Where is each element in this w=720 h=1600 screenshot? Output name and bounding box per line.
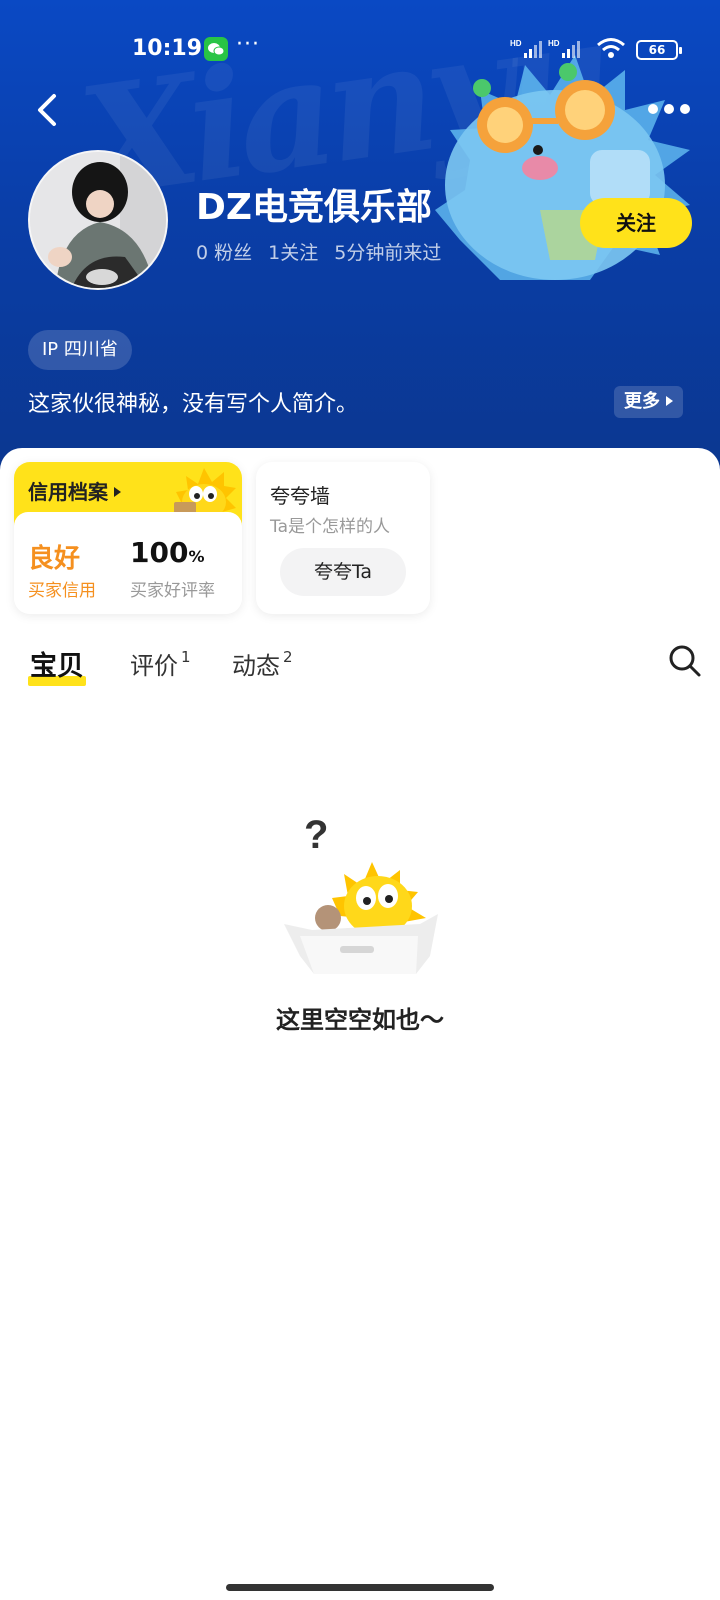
positive-rate-unit: % [188, 547, 205, 566]
signal-hd-label-2: HD [548, 39, 560, 48]
user-bio: 这家伙很神秘，没有写个人简介。 [28, 392, 359, 417]
ip-location-tag: IP 四川省 [28, 330, 132, 370]
buyer-credit-grade: 良好 [28, 544, 81, 574]
more-bio-button[interactable]: 更多 [614, 386, 683, 418]
signal-icon-2: HD [548, 39, 580, 58]
credit-card-title-wrap: 信用档案 [28, 476, 121, 505]
more-bio-label: 更多 [624, 391, 660, 412]
battery-icon: 66 [636, 40, 682, 60]
more-options-button[interactable] [646, 96, 692, 122]
avatar[interactable] [28, 150, 168, 290]
praise-wall-card[interactable]: 夸夸墙 Ta是个怎样的人 夸夸Ta [256, 462, 430, 614]
tab-items[interactable]: 宝贝 [30, 644, 84, 683]
following-count[interactable]: 1关注 [268, 238, 318, 265]
last-seen: 5分钟前来过 [334, 242, 442, 264]
tab-posts-label: 动态 [232, 652, 280, 680]
status-bar: 10:19 ··· HD HD 66 [0, 28, 720, 68]
empty-box-mascot-illustration: ? [284, 813, 438, 974]
user-stats: 0 粉丝 1关注 5分钟前来过 [196, 238, 441, 265]
notification-more-icon: ··· [236, 32, 260, 57]
back-button[interactable] [30, 88, 70, 132]
positive-rate-value: 100 [130, 536, 189, 569]
home-indicator[interactable] [226, 1584, 494, 1591]
positive-rate: 100% [130, 536, 204, 569]
tab-items-label: 宝贝 [30, 651, 84, 682]
follow-button[interactable]: 关注 [580, 198, 692, 248]
fans-count[interactable]: 0 粉丝 [196, 238, 252, 265]
triangle-right-icon [666, 396, 673, 406]
praise-wall-subtitle: Ta是个怎样的人 [270, 517, 390, 537]
credit-card-title: 信用档案 [28, 480, 108, 504]
svg-text:?: ? [304, 813, 328, 857]
tab-reviews-label: 评价 [130, 652, 178, 680]
positive-rate-label: 买家好评率 [130, 581, 215, 601]
profile-header: Xianyu 10:19 ··· HD HD 66 DZ电竞俱乐部 0 粉丝 1… [0, 0, 720, 470]
praise-button[interactable]: 夸夸Ta [280, 548, 406, 596]
content-sheet: 信用档案 良好 买家信用 100% 买家好评率 夸夸墙 Ta是个怎样的人 夸夸T… [0, 448, 720, 1600]
tab-reviews-count: 1 [181, 648, 191, 666]
tab-reviews[interactable]: 评价 1 [130, 646, 191, 681]
profile-tabs: 宝贝 评价 1 动态 2 [0, 644, 720, 694]
wifi-icon [597, 38, 625, 58]
credit-card[interactable]: 信用档案 良好 买家信用 100% 买家好评率 [14, 462, 242, 614]
profile-page: Xianyu 10:19 ··· HD HD 66 DZ电竞俱乐部 0 粉丝 1… [0, 0, 720, 1600]
search-icon[interactable] [668, 644, 702, 678]
empty-state-text: 这里空空如也～ [276, 1006, 444, 1034]
buyer-credit-label: 买家信用 [28, 581, 96, 601]
credit-card-body: 良好 买家信用 100% 买家好评率 [14, 512, 242, 614]
praise-wall-title: 夸夸墙 [270, 484, 330, 508]
triangle-right-icon [114, 487, 121, 497]
user-name: DZ电竞俱乐部 [196, 187, 432, 228]
tab-posts-count: 2 [283, 648, 293, 666]
status-time: 10:19 [132, 36, 203, 61]
wechat-icon [204, 37, 228, 61]
signal-icon: HD [510, 39, 542, 58]
signal-hd-label: HD [510, 39, 522, 48]
tab-posts[interactable]: 动态 2 [232, 646, 293, 681]
